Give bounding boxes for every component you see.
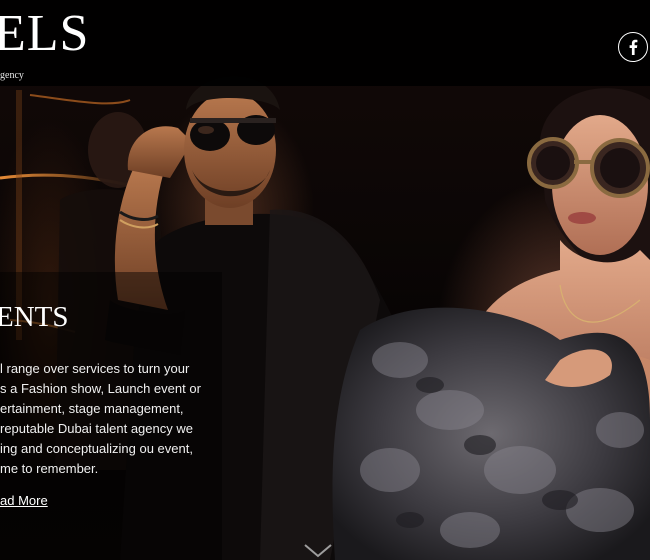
header: ELS gency: [0, 0, 650, 86]
feature-heading: ENTS: [0, 301, 69, 333]
logo-tagline: gency: [0, 70, 24, 81]
feature-line: reputable Dubai talent agency we: [0, 421, 193, 436]
facebook-link[interactable]: [618, 32, 648, 62]
facebook-icon: [629, 39, 638, 55]
read-more-link[interactable]: ad More: [0, 491, 48, 511]
site-logo[interactable]: ELS: [0, 6, 89, 62]
page: ELS gency ENTS l range over services to …: [0, 0, 650, 560]
feature-line: s a Fashion show, Launch event or: [0, 381, 201, 396]
feature-description: l range over services to turn your s a F…: [0, 359, 215, 479]
feature-line: me to remember.: [0, 461, 99, 476]
feature-line: l range over services to turn your: [0, 361, 190, 376]
feature-line: ertainment, stage management,: [0, 401, 184, 416]
feature-line: ing and conceptualizing ou event,: [0, 441, 193, 456]
